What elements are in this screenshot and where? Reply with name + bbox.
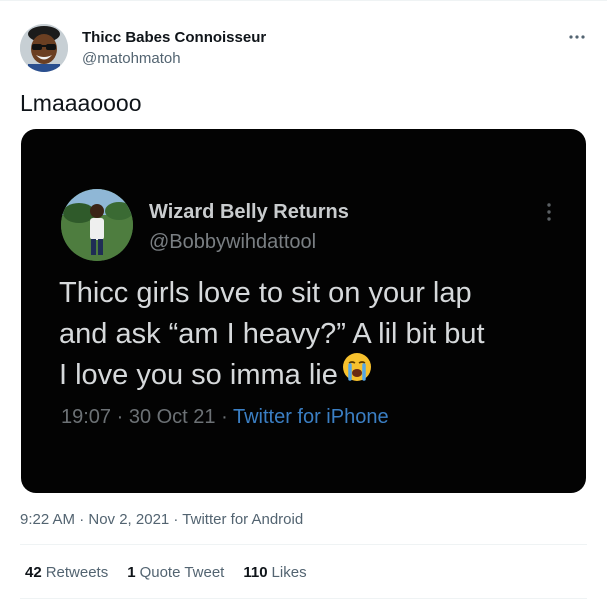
likes-count: 110 — [243, 564, 268, 581]
quoted-avatar — [61, 189, 133, 261]
tweet-text: Lmaaaoooo — [20, 90, 142, 116]
likes-label: Likes — [271, 564, 307, 581]
likes-stat[interactable]: 110 Likes — [243, 564, 306, 581]
more-horizontal-icon[interactable] — [566, 26, 588, 48]
tweet-stats: 42 Retweets 1 Quote Tweet 110 Likes — [25, 564, 307, 581]
avatar-person-outdoor-icon — [61, 189, 133, 261]
more-vertical-icon — [545, 201, 553, 223]
tweet-media-image[interactable]: Wizard Belly Returns @Bobbywihdattool Th… — [21, 129, 586, 493]
top-border — [0, 0, 607, 1]
quoted-author-handle: @Bobbywihdattool — [149, 231, 317, 253]
retweets-count: 42 — [25, 564, 42, 581]
quoted-tweet-meta: 19:07 · 30 Oct 21 · Twitter for iPhone — [61, 406, 389, 429]
quoted-text-line-last: I love you so imma lie — [59, 352, 579, 397]
quote-tweets-label: Quote Tweet — [139, 564, 225, 581]
retweets-label: Retweets — [45, 564, 109, 581]
author-avatar[interactable] — [20, 24, 68, 72]
quoted-text-line: and ask “am I heavy?” A lil bit but — [59, 318, 485, 350]
quote-tweets-count: 1 — [127, 564, 136, 581]
quoted-tweet-text: Thicc girls love to sit on your lap and … — [59, 273, 579, 397]
divider — [20, 544, 587, 545]
divider — [20, 598, 587, 599]
retweets-stat[interactable]: 42 Retweets — [25, 564, 108, 581]
author-handle[interactable]: @matohmatoh — [82, 50, 181, 67]
author-name[interactable]: Thicc Babes Connoisseur — [82, 29, 266, 46]
loudly-crying-face-icon — [342, 352, 372, 394]
quote-tweets-stat[interactable]: 1 Quote Tweet — [127, 564, 224, 581]
quoted-tweet-client: Twitter for iPhone — [232, 406, 389, 428]
quoted-text-line: Thicc girls love to sit on your lap — [59, 277, 472, 309]
quoted-author-name: Wizard Belly Returns — [149, 201, 349, 223]
quoted-text-line: I love you so imma lie — [59, 359, 338, 391]
tweet-timestamp[interactable]: 9:22 AM · Nov 2, 2021 · Twitter for Andr… — [20, 511, 303, 528]
quoted-tweet-time: 19:07 · 30 Oct 21 · — [61, 406, 233, 428]
avatar-person-sunglasses-icon — [20, 24, 68, 72]
